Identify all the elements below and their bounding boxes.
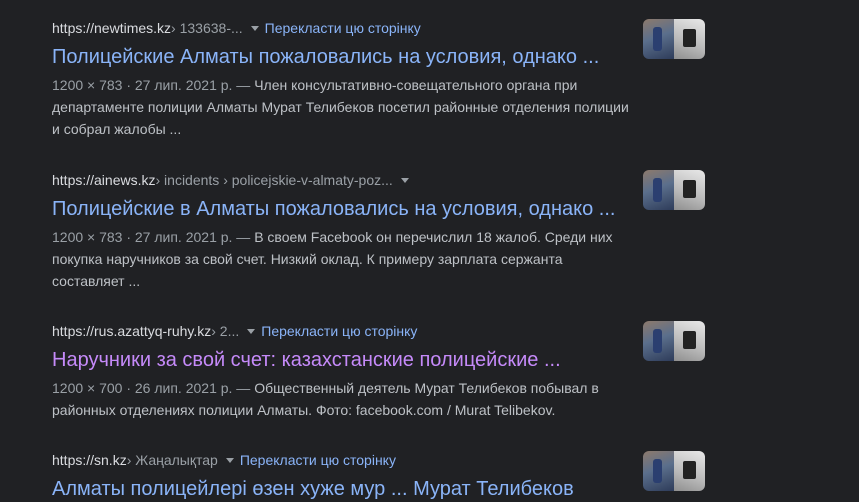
result-domain: https://ainews.kz [52, 172, 156, 188]
result-url[interactable]: https://rus.azattyq-ruhy.kz › 2... Перек… [52, 321, 652, 341]
result-snippet: 1200 × 700 · 26 лип. 2021 р. — Обществен… [52, 377, 637, 421]
result-snippet: 1200 × 783 · 27 лип. 2021 р. — В своем F… [52, 226, 637, 292]
result-path: › Жаңалықтар [126, 452, 218, 468]
result-path: › incidents › policejskie-v-almaty-poz..… [155, 172, 393, 188]
search-result: https://sn.kz › Жаңалықтар Перекласти цю… [52, 450, 652, 502]
search-result: https://ainews.kz › incidents › policejs… [52, 170, 652, 292]
search-result: https://rus.azattyq-ruhy.kz › 2... Перек… [52, 321, 652, 421]
translate-link[interactable]: Перекласти цю сторінку [240, 450, 396, 470]
result-url[interactable]: https://newtimes.kz › 133638-... Перекла… [52, 18, 652, 38]
search-result: https://newtimes.kz › 133638-... Перекла… [52, 18, 652, 140]
chevron-down-icon[interactable] [400, 177, 409, 183]
result-title[interactable]: Алматы полицейлері өзен хуже мур ... Мур… [52, 476, 652, 502]
result-meta: 1200 × 700 · 26 лип. 2021 р. — [52, 380, 255, 396]
chevron-down-icon[interactable] [225, 457, 234, 463]
result-domain: https://rus.azattyq-ruhy.kz [52, 323, 212, 339]
result-thumbnail[interactable] [643, 451, 705, 491]
result-title[interactable]: Наручники за свой счет: казахстанские по… [52, 347, 652, 373]
result-path: › 2... [211, 323, 240, 339]
result-meta: 1200 × 783 · 27 лип. 2021 р. — [52, 229, 255, 245]
result-url[interactable]: https://ainews.kz › incidents › policejs… [52, 170, 652, 190]
translate-link[interactable]: Перекласти цю сторінку [261, 321, 417, 341]
result-title[interactable]: Полицейские в Алматы пожаловались на усл… [52, 196, 652, 222]
result-thumbnail[interactable] [643, 19, 705, 59]
result-domain: https://newtimes.kz [52, 20, 172, 36]
result-title[interactable]: Полицейские Алматы пожаловались на услов… [52, 44, 652, 70]
result-path: › 133638-... [171, 20, 243, 36]
chevron-down-icon[interactable] [250, 25, 259, 31]
chevron-down-icon[interactable] [247, 328, 256, 334]
result-meta: 1200 × 783 · 27 лип. 2021 р. — [52, 77, 255, 93]
translate-link[interactable]: Перекласти цю сторінку [265, 18, 421, 38]
result-thumbnail[interactable] [643, 321, 705, 361]
result-url[interactable]: https://sn.kz › Жаңалықтар Перекласти цю… [52, 450, 652, 470]
result-thumbnail[interactable] [643, 170, 705, 210]
result-domain: https://sn.kz [52, 452, 127, 468]
result-snippet: 1200 × 783 · 27 лип. 2021 р. — Член конс… [52, 74, 637, 140]
